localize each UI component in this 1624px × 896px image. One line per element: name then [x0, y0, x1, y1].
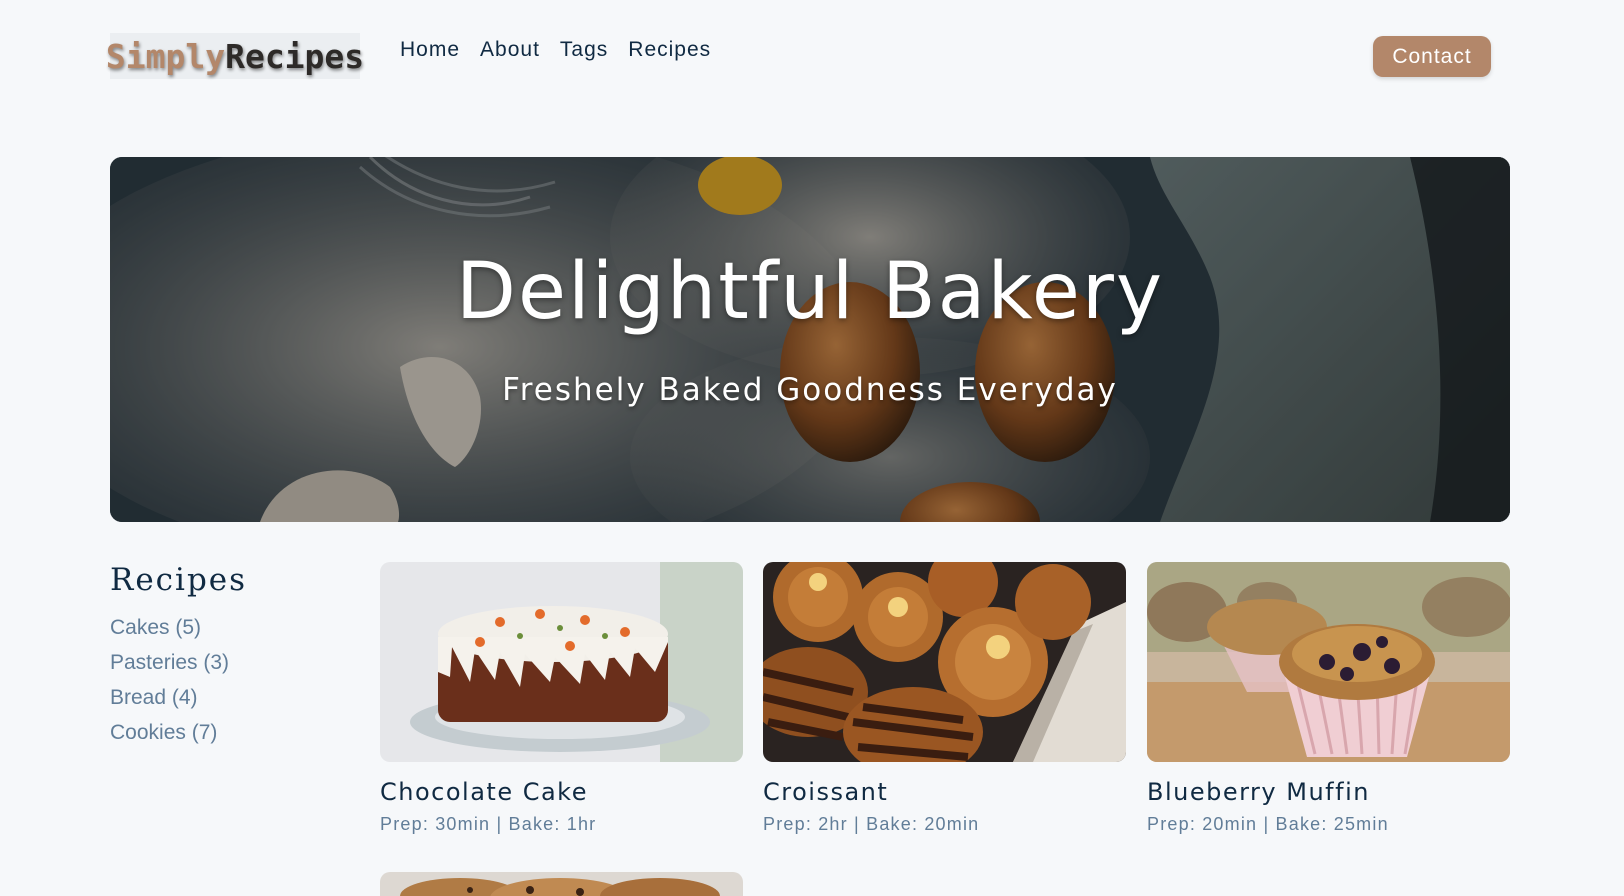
- nav-tags-link[interactable]: Tags: [560, 38, 608, 62]
- tag-bread-link[interactable]: Bread (4): [110, 680, 350, 715]
- recipe-card[interactable]: Blueberry Muffin Prep: 20min | Bake: 25m…: [1147, 562, 1510, 835]
- nav-links: Home About Tags Recipes: [400, 38, 711, 62]
- tag-cookies-link[interactable]: Cookies (7): [110, 715, 350, 750]
- recipe-title[interactable]: Blueberry Muffin: [1147, 778, 1510, 806]
- navbar: Simply Recipes Home About Tags Recipes Co…: [0, 0, 1624, 110]
- tag-cakes-link[interactable]: Cakes (5): [110, 610, 350, 645]
- blueberry-muffin-image: [1147, 562, 1510, 762]
- tag-pasteries-link[interactable]: Pasteries (3): [110, 645, 350, 680]
- croissant-image: [763, 562, 1126, 762]
- recipes-sidebar: Recipes Cakes (5) Pasteries (3) Bread (4…: [110, 562, 350, 750]
- nav-home-link[interactable]: Home: [400, 38, 460, 62]
- recipe-meta: Prep: 2hr | Bake: 20min: [763, 814, 980, 834]
- chocolate-cake-image: [380, 562, 743, 762]
- recipe-title[interactable]: Chocolate Cake: [380, 778, 743, 806]
- recipe-card[interactable]: Chocolate Cake Prep: 30min | Bake: 1hr: [380, 562, 743, 835]
- nav-recipes-link[interactable]: Recipes: [628, 38, 711, 62]
- hero-banner: Delightful Bakery Freshely Baked Goodnes…: [110, 157, 1510, 522]
- recipe-meta: Prep: 30min | Bake: 1hr: [380, 814, 597, 834]
- hero-title: Delightful Bakery: [455, 247, 1165, 337]
- recipe-title[interactable]: Croissant: [763, 778, 1126, 806]
- cookies-image[interactable]: [380, 872, 743, 896]
- logo-part-2: Recipes: [225, 36, 365, 76]
- contact-button[interactable]: Contact: [1373, 36, 1491, 77]
- nav-about-link[interactable]: About: [480, 38, 540, 62]
- recipe-meta: Prep: 20min | Bake: 25min: [1147, 814, 1389, 834]
- hero-background-image: [110, 157, 1510, 522]
- logo-part-1: Simply: [105, 36, 226, 76]
- sidebar-title: Recipes: [110, 562, 248, 598]
- logo[interactable]: Simply Recipes: [106, 33, 364, 79]
- recipe-card[interactable]: Croissant Prep: 2hr | Bake: 20min: [763, 562, 1126, 835]
- hero-subtitle: Freshely Baked Goodness Everyday: [502, 372, 1118, 408]
